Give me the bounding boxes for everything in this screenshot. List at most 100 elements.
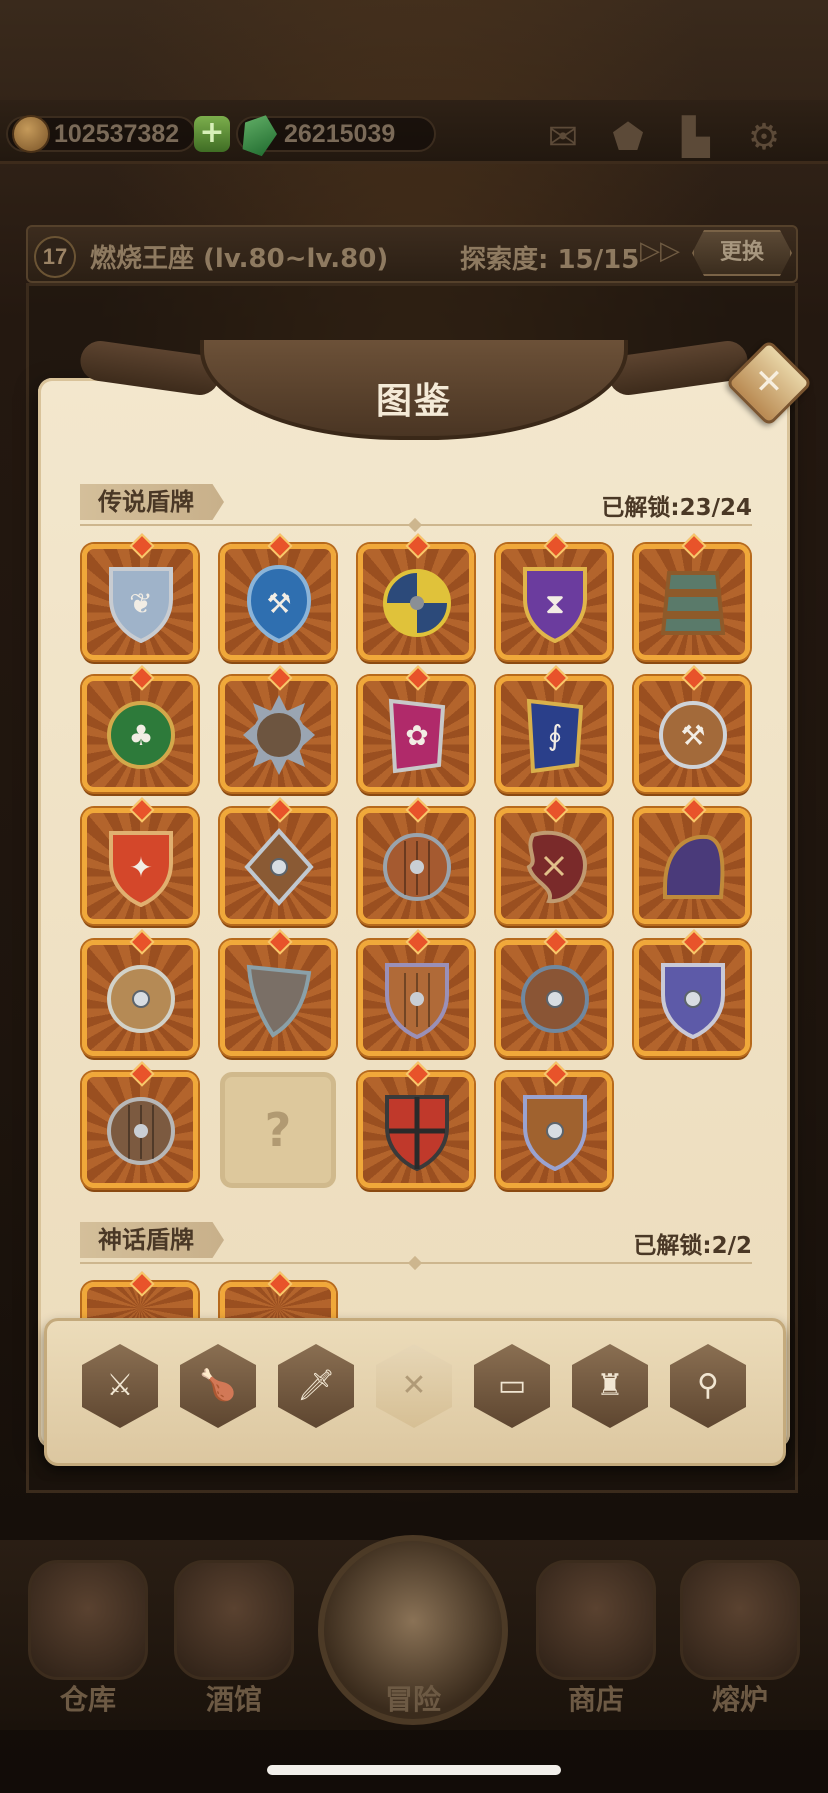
gold-counter: 102537382 — [6, 115, 196, 153]
shield-icon — [107, 965, 175, 1033]
armor-icon[interactable]: ⚔ — [82, 1364, 158, 1408]
nav-shop[interactable]: 商店 — [526, 1560, 666, 1720]
add-gems-button[interactable]: + — [194, 116, 230, 152]
modal-title: 图鉴 — [375, 381, 452, 422]
shield-icon — [383, 833, 451, 901]
shield-icon: ⚒ — [659, 701, 727, 769]
shield-tile[interactable] — [220, 940, 336, 1056]
zone-level: 17 — [34, 236, 76, 278]
shield-icon — [244, 827, 314, 907]
shield-tile[interactable] — [358, 808, 474, 924]
shield-icon: ✿ — [388, 698, 446, 774]
shield-tile[interactable] — [82, 940, 198, 1056]
shield-tile[interactable] — [634, 808, 750, 924]
question-mark-icon: ? — [264, 1103, 292, 1157]
svg-text:❦: ❦ — [129, 587, 152, 620]
mail-icon[interactable]: ✉ — [541, 118, 585, 158]
shield-tile[interactable]: ∮ — [496, 676, 612, 792]
legendary-unlock-count: 已解锁:23/24 — [601, 495, 752, 521]
change-zone-button[interactable]: 更换 — [692, 230, 792, 276]
gem-counter: 26215039 — [236, 116, 436, 152]
legendary-section-label: 传说盾牌 — [80, 484, 224, 520]
shield-tile[interactable] — [220, 808, 336, 924]
home-indicator[interactable] — [267, 1765, 561, 1775]
shield-icon: ♣ — [107, 701, 175, 769]
shield-icon — [661, 963, 725, 1039]
coin-icon — [12, 115, 50, 153]
myth-shield-tile[interactable] — [220, 1282, 336, 1322]
shield-tile[interactable] — [82, 1072, 198, 1188]
shield-tile[interactable] — [220, 676, 336, 792]
gear-icon[interactable]: ⚙ — [742, 118, 786, 158]
myth-section-header: 神话盾牌 已解锁:2/2 — [80, 1222, 752, 1271]
nav-label: 熔炉 — [711, 1683, 768, 1716]
shield-icon — [521, 965, 589, 1033]
badge-icon[interactable]: ⬟ — [606, 118, 650, 158]
shield-tile[interactable]: ♣ — [82, 676, 198, 792]
tavern-icon — [174, 1560, 294, 1680]
shield-icon — [243, 695, 315, 775]
helmet-icon[interactable]: ♜ — [572, 1364, 648, 1408]
svg-text:✦: ✦ — [129, 851, 152, 884]
shield-tile[interactable]: ⧗ — [496, 544, 612, 660]
svg-text:⚒: ⚒ — [680, 719, 705, 752]
shield-icon: ⚒ — [246, 564, 312, 643]
shield-tile[interactable]: ❦ — [82, 544, 198, 660]
locked-shield-tile[interactable]: ? — [220, 1072, 336, 1188]
svg-text:⧗: ⧗ — [545, 587, 565, 620]
myth-section-label: 神话盾牌 — [80, 1222, 224, 1258]
nav-label: 仓库 — [59, 1683, 116, 1716]
shield-tile[interactable] — [496, 808, 612, 924]
shield-tile[interactable]: ✦ — [82, 808, 198, 924]
shield-icon — [385, 1095, 449, 1171]
shield-icon — [107, 1097, 175, 1165]
shield-tile[interactable]: ⚒ — [634, 676, 750, 792]
myth-unlock-count: 已解锁:2/2 — [633, 1233, 752, 1259]
nav-tavern[interactable]: 酒馆 — [164, 1560, 304, 1720]
zone-name: 燃烧王座 (lv.80~lv.80) — [90, 244, 389, 274]
book-tab-icon[interactable]: ▭ — [474, 1364, 550, 1408]
book-icon[interactable]: ▙ — [674, 118, 718, 158]
svg-text:∮: ∮ — [548, 719, 563, 752]
shield-tile[interactable] — [358, 940, 474, 1056]
shield-tile[interactable] — [634, 544, 750, 660]
nav-forge[interactable]: 熔炉 — [670, 1560, 810, 1720]
shield-icon: ∮ — [526, 698, 584, 774]
shield-icon — [523, 1095, 587, 1171]
fast-forward-icon[interactable]: ▷▷ — [640, 236, 680, 266]
warehouse-icon — [28, 1560, 148, 1680]
sword-icon[interactable]: 🗡 — [278, 1364, 354, 1408]
nav-label: 商店 — [567, 1683, 624, 1716]
gem-value: 26215039 — [284, 119, 396, 148]
shield-icon: ⧗ — [523, 567, 587, 643]
legendary-section-header: 传说盾牌 已解锁:23/24 — [80, 484, 752, 533]
gold-value: 102537382 — [54, 119, 180, 148]
svg-text:♣: ♣ — [128, 719, 153, 752]
myth-shield-tile[interactable] — [82, 1282, 198, 1322]
nav-label: 酒馆 — [205, 1683, 262, 1716]
shield-tab-icon[interactable]: ✕ — [376, 1364, 452, 1408]
shield-tile[interactable] — [358, 1072, 474, 1188]
shield-tile[interactable] — [496, 940, 612, 1056]
forge-icon — [680, 1560, 800, 1680]
nav-warehouse[interactable]: 仓库 — [18, 1560, 158, 1720]
close-icon[interactable]: ✕ — [738, 352, 800, 414]
shield-icon: ✦ — [109, 831, 173, 907]
svg-text:⚒: ⚒ — [266, 587, 291, 620]
shield-icon — [246, 964, 312, 1038]
ring-icon[interactable]: ⚲ — [670, 1364, 746, 1408]
shield-tile[interactable] — [634, 940, 750, 1056]
drumstick-icon[interactable]: 🍗 — [180, 1364, 256, 1408]
shield-tile[interactable] — [358, 544, 474, 660]
shield-icon — [383, 569, 451, 637]
zone-explore-progress: 探索度: 15/15 — [460, 245, 640, 275]
svg-text:✿: ✿ — [405, 719, 428, 752]
shield-icon — [385, 963, 449, 1039]
nav-adventure[interactable]: 冒险 — [343, 1560, 483, 1720]
shield-icon — [660, 571, 726, 635]
shield-tile[interactable]: ✿ — [358, 676, 474, 792]
shield-icon — [663, 834, 725, 899]
shield-tile[interactable] — [496, 1072, 612, 1188]
shield-tile[interactable]: ⚒ — [220, 544, 336, 660]
shop-icon — [536, 1560, 656, 1680]
